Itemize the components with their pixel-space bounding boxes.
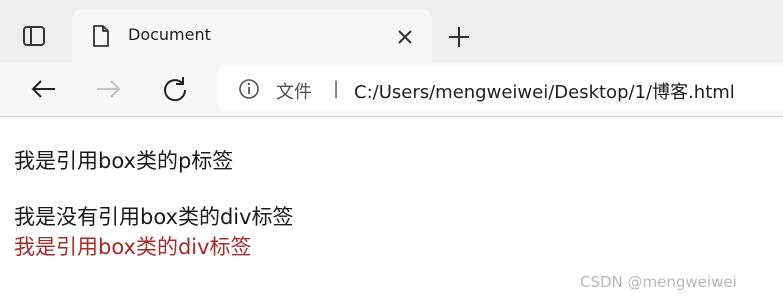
watermark: CSDN @mengweiwei <box>580 273 737 291</box>
site-info-label: 文件 <box>276 82 312 103</box>
div-with-box: 我是引用box类的div标签 <box>14 235 252 259</box>
plus-icon <box>449 27 469 47</box>
navigation-toolbar: 文件 | C:/Users/mengweiwei/Desktop/1/博客.ht… <box>0 62 783 117</box>
tab-title: Document <box>128 25 211 44</box>
reload-button[interactable] <box>160 74 190 104</box>
div-without-box: 我是没有引用box类的div标签 <box>14 205 294 229</box>
info-icon[interactable] <box>238 78 260 100</box>
document-icon <box>93 25 109 47</box>
arrow-left-icon <box>31 80 55 98</box>
sidebar-toggle-button[interactable] <box>20 22 48 50</box>
tab-strip: Document <box>0 0 783 62</box>
close-icon[interactable] <box>394 26 416 48</box>
reload-icon <box>164 77 187 102</box>
arrow-right-icon <box>97 80 121 98</box>
url-text[interactable]: C:/Users/mengweiwei/Desktop/1/博客.html <box>354 78 735 104</box>
paragraph-box: 我是引用box类的p标签 <box>14 149 234 173</box>
back-button[interactable] <box>28 74 58 104</box>
new-tab-button[interactable] <box>444 22 474 52</box>
tab-document[interactable]: Document <box>72 10 432 62</box>
address-separator: | <box>333 78 340 99</box>
forward-button[interactable] <box>94 74 124 104</box>
address-bar[interactable]: 文件 | C:/Users/mengweiwei/Desktop/1/博客.ht… <box>218 66 783 110</box>
sidebar-icon <box>23 26 45 46</box>
